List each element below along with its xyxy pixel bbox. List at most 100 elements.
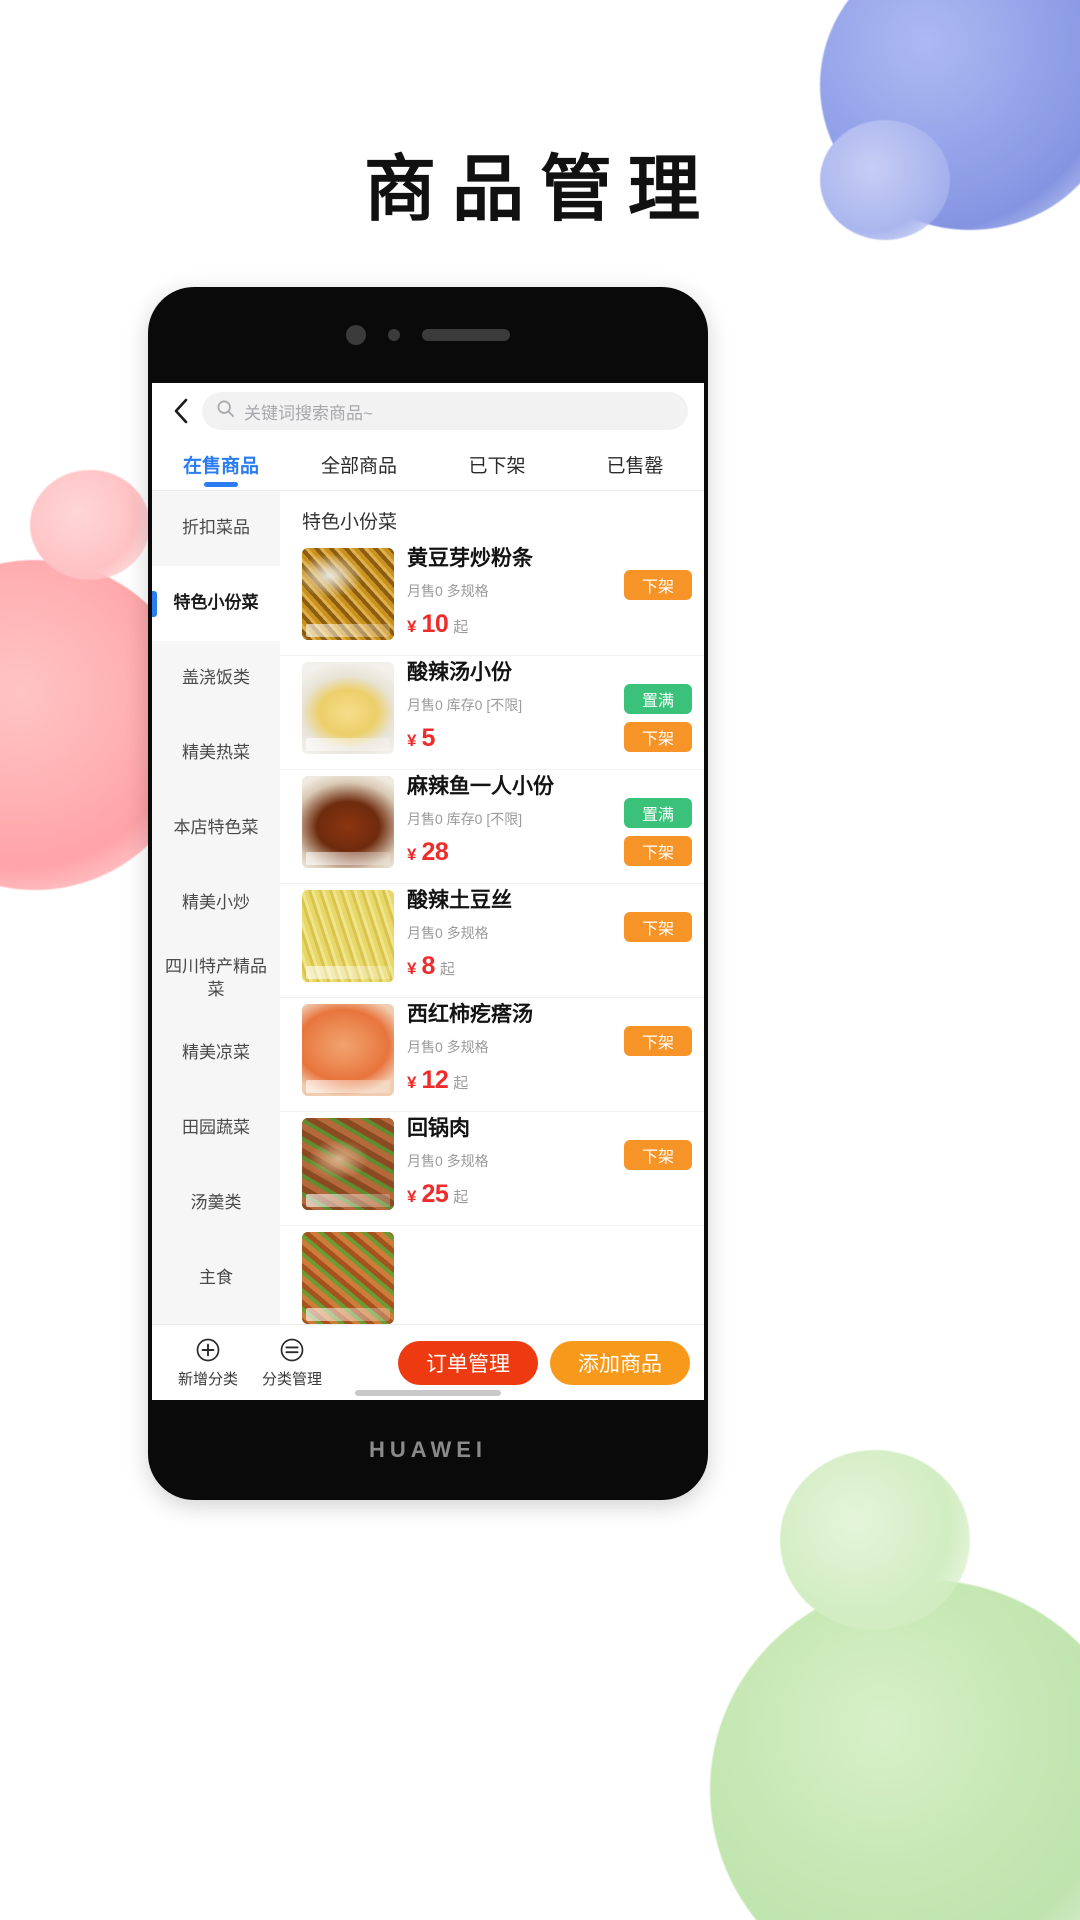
category-sidebar[interactable]: 折扣菜品 特色小份菜 盖浇饭类 精美热菜 本店特色菜 精美小炒 四川特产精品菜 …: [152, 491, 280, 1324]
product-actions: 下架: [624, 570, 692, 600]
product-thumbnail: [302, 548, 394, 640]
product-price: ¥ 10 起: [407, 610, 692, 639]
delist-button[interactable]: 下架: [624, 1026, 692, 1056]
search-placeholder: 关键词搜索商品~: [244, 403, 373, 423]
delist-button[interactable]: 下架: [624, 722, 692, 752]
price-amount: 10: [421, 610, 449, 639]
price-amount: 12: [421, 1066, 449, 1095]
back-button[interactable]: [164, 391, 198, 431]
chevron-left-icon: [172, 397, 190, 425]
search-icon: [216, 399, 235, 423]
delist-button[interactable]: 下架: [624, 570, 692, 600]
price-suffix: 起: [439, 961, 455, 979]
tab-active-underline: [204, 482, 238, 487]
search-input[interactable]: 关键词搜索商品~: [202, 392, 688, 430]
tab-delisted[interactable]: 已下架: [428, 439, 566, 490]
product-row[interactable]: 黄豆芽炒粉条 月售0 多规格 ¥ 10 起 下架: [280, 544, 704, 656]
sidebar-item-stir-fry[interactable]: 精美小炒: [152, 866, 280, 941]
decorative-blob-pink-small: [30, 470, 150, 580]
product-name: 酸辣汤小份: [407, 661, 512, 684]
sidebar-item-label: 精美小炒: [182, 893, 250, 913]
product-name: 回锅肉: [407, 1117, 470, 1140]
product-info: 黄豆芽炒粉条 月售0 多规格 ¥ 10 起 下架: [394, 544, 692, 655]
product-info: 回锅肉 月售0 多规格 ¥ 25 起 下架: [394, 1114, 692, 1225]
delist-button[interactable]: 下架: [624, 912, 692, 942]
add-category-button[interactable]: 新增分类: [166, 1336, 250, 1389]
price-amount: 28: [421, 838, 449, 867]
sidebar-item-label: 汤羹类: [190, 1193, 242, 1213]
price-amount: 8: [421, 952, 435, 981]
product-price: ¥ 12 起: [407, 1066, 692, 1095]
active-indicator: [152, 590, 157, 617]
sidebar-item-label: 四川特产精品菜: [165, 957, 267, 999]
product-info: [394, 1228, 692, 1324]
delist-button[interactable]: 下架: [624, 836, 692, 866]
product-actions: 下架: [624, 912, 692, 942]
product-row[interactable]: 西红柿疙瘩汤 月售0 多规格 ¥ 12 起 下架: [280, 1000, 704, 1112]
earpiece-speaker-icon: [422, 329, 510, 341]
currency-symbol: ¥: [407, 731, 417, 751]
sidebar-item-label: 主食: [199, 1268, 233, 1288]
sidebar-item-staple-food[interactable]: 主食: [152, 1241, 280, 1316]
product-thumbnail: [302, 1118, 394, 1210]
bottom-action-bar: 新增分类 分类管理 订单管理 添加商品: [152, 1324, 704, 1400]
sidebar-item-soups[interactable]: 汤羹类: [152, 1166, 280, 1241]
sidebar-item-rice-bowls[interactable]: 盖浇饭类: [152, 641, 280, 716]
poster-canvas: 商品管理 关键词搜索商品~ 在售商品 全部商品 已下架 已售罄 折扣菜品 特色小…: [0, 0, 1080, 1920]
set-full-stock-button[interactable]: 置满: [624, 798, 692, 828]
delist-button[interactable]: 下架: [624, 1140, 692, 1170]
sidebar-item-discount[interactable]: 折扣菜品: [152, 491, 280, 566]
sidebar-item-label: 折扣菜品: [182, 518, 250, 538]
sidebar-item-vegetables[interactable]: 田园蔬菜: [152, 1091, 280, 1166]
price-suffix: 起: [453, 1189, 469, 1207]
tab-all-products[interactable]: 全部商品: [290, 439, 428, 490]
sidebar-item-drinks[interactable]: 酒水、饮料: [152, 1316, 280, 1324]
product-thumbnail: [302, 1004, 394, 1096]
set-full-stock-button[interactable]: 置满: [624, 684, 692, 714]
decorative-blob-green-small: [780, 1450, 970, 1630]
sensor-icon: [388, 329, 400, 341]
sidebar-item-hot-dishes[interactable]: 精美热菜: [152, 716, 280, 791]
front-camera-icon: [346, 325, 366, 345]
product-row-partial[interactable]: [280, 1228, 704, 1324]
product-actions: 置满 下架: [624, 684, 692, 752]
product-thumbnail: [302, 890, 394, 982]
phone-bottom-bezel: HUAWEI: [148, 1400, 708, 1500]
tab-label: 全部商品: [320, 456, 397, 477]
tab-label: 已下架: [468, 456, 526, 477]
product-thumbnail: [302, 1232, 394, 1324]
product-price: ¥ 25 起: [407, 1180, 692, 1209]
product-list[interactable]: 特色小份菜 黄豆芽炒粉条 月售0 多规格 ¥ 10 起 下架 酸辣汤小份 月售0…: [280, 491, 704, 1324]
sidebar-item-cold-dishes[interactable]: 精美凉菜: [152, 1016, 280, 1091]
search-bar: 关键词搜索商品~: [152, 383, 704, 439]
add-product-button[interactable]: 添加商品: [550, 1340, 690, 1385]
order-management-button[interactable]: 订单管理: [398, 1340, 538, 1385]
currency-symbol: ¥: [407, 617, 417, 637]
product-actions: 下架: [624, 1140, 692, 1170]
sidebar-item-label: 田园蔬菜: [182, 1118, 250, 1138]
sidebar-item-label: 盖浇饭类: [182, 668, 250, 688]
product-info: 麻辣鱼一人小份 月售0 库存0 [不限] ¥ 28 置满 下架: [394, 772, 692, 883]
manage-category-button[interactable]: 分类管理: [250, 1336, 334, 1389]
product-row[interactable]: 回锅肉 月售0 多规格 ¥ 25 起 下架: [280, 1114, 704, 1226]
product-row[interactable]: 酸辣汤小份 月售0 库存0 [不限] ¥ 5 置满 下架: [280, 658, 704, 770]
content-area: 折扣菜品 特色小份菜 盖浇饭类 精美热菜 本店特色菜 精美小炒 四川特产精品菜 …: [152, 491, 704, 1324]
list-circle-icon: [278, 1336, 306, 1364]
sidebar-item-house-specials[interactable]: 本店特色菜: [152, 791, 280, 866]
sidebar-item-special-small-dishes[interactable]: 特色小份菜: [152, 566, 280, 641]
price-suffix: 起: [453, 1075, 469, 1093]
plus-circle-icon: [194, 1336, 222, 1364]
product-price: ¥ 8 起: [407, 952, 692, 981]
currency-symbol: ¥: [407, 1187, 417, 1207]
sidebar-item-sichuan-specialty[interactable]: 四川特产精品菜: [152, 941, 280, 1016]
product-info: 西红柿疙瘩汤 月售0 多规格 ¥ 12 起 下架: [394, 1000, 692, 1111]
decorative-blob-green: [710, 1580, 1080, 1920]
phone-mockup: 关键词搜索商品~ 在售商品 全部商品 已下架 已售罄 折扣菜品 特色小份菜 盖浇…: [148, 287, 708, 1500]
product-row[interactable]: 麻辣鱼一人小份 月售0 库存0 [不限] ¥ 28 置满 下架: [280, 772, 704, 884]
product-row[interactable]: 酸辣土豆丝 月售0 多规格 ¥ 8 起 下架: [280, 886, 704, 998]
tab-sold-out[interactable]: 已售罄: [566, 439, 704, 490]
product-name: 黄豆芽炒粉条: [407, 547, 533, 570]
product-name: 麻辣鱼一人小份: [407, 775, 554, 798]
tab-on-sale[interactable]: 在售商品: [152, 439, 290, 490]
product-info: 酸辣土豆丝 月售0 多规格 ¥ 8 起 下架: [394, 886, 692, 997]
